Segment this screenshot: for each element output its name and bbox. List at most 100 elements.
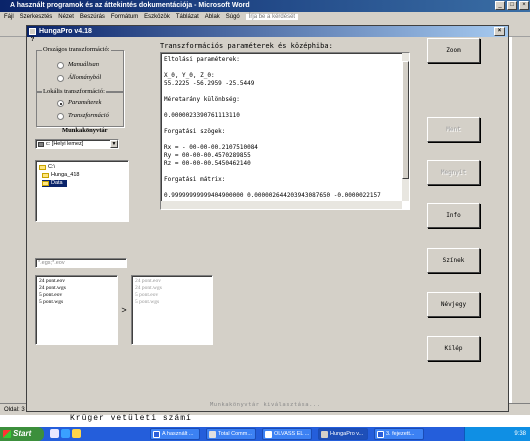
zoom-button[interactable]: Zoom (427, 38, 480, 63)
about-button[interactable]: Névjegy (427, 292, 480, 317)
list-item[interactable]: 5 pont.wgs (135, 299, 159, 305)
quick-launch-folder-icon[interactable] (72, 429, 81, 438)
radio-transformation[interactable] (57, 113, 64, 120)
list-item[interactable]: 5 pont.eov (135, 292, 158, 298)
document-icon (265, 431, 272, 438)
app-icon (29, 28, 36, 35)
word-menu-edit[interactable]: Szerkesztés (20, 14, 53, 20)
params-line: Forgatási szögek: (164, 128, 226, 135)
help-icon[interactable]: ? (28, 37, 37, 44)
folder-open-icon (42, 181, 49, 186)
word-menu-window[interactable]: Ablak (205, 14, 220, 20)
info-button[interactable]: Info (427, 203, 480, 228)
folder-list[interactable]: C:\ Hunga_418 Data (35, 160, 129, 222)
word-menu-bar: Fájl Szerkesztés Nézet Beszúrás Formátum… (0, 12, 530, 23)
word-icon (153, 431, 160, 438)
taskbar-item-chapter[interactable]: 3. fejezett... (374, 428, 424, 440)
dialog-title-bar: HungaPro v4.18 (27, 26, 508, 37)
clock: 9:38 (514, 431, 526, 437)
params-horizontal-scrollbar[interactable] (161, 201, 402, 209)
national-transform-legend: Országos transzformáció: (42, 46, 111, 53)
word-close-button[interactable]: × (519, 1, 529, 10)
word-menu-table[interactable]: Táblázat (176, 14, 199, 20)
radio-manual[interactable] (57, 62, 64, 69)
word-minimize-button[interactable]: _ (495, 1, 505, 10)
word-title-text: A használt programok és az áttekintés do… (10, 2, 250, 9)
radio-parameters-label: Paraméterek (68, 99, 102, 106)
folder-item-root[interactable]: C:\ (39, 164, 55, 171)
params-line: X_0, Y_0, Z_0: (164, 72, 215, 79)
list-item[interactable]: 24 pont.wgs (39, 285, 66, 291)
total-commander-icon (209, 431, 216, 438)
windows-logo-icon (3, 430, 11, 438)
drive-select[interactable]: c: [Helyi lemez] ▼ (35, 139, 119, 149)
start-button[interactable]: Start (0, 427, 44, 441)
drive-select-value: c: [Helyi lemez] (46, 141, 84, 147)
params-scroll-thumb[interactable] (402, 61, 409, 179)
taskbar-item-hungapro[interactable]: HungaPro v... (318, 428, 368, 440)
word-menu-file[interactable]: Fájl (4, 14, 14, 20)
national-transform-group (36, 50, 124, 92)
move-files-button[interactable]: > (119, 304, 129, 316)
params-title: Transzformációs paraméterek és középhiba… (160, 42, 333, 50)
word-icon (377, 431, 384, 438)
params-line: Forgatási mátrix: (164, 176, 226, 183)
workdir-label: Munkakönyvtár (62, 127, 108, 134)
radio-from-file-label: Állományból (68, 74, 102, 81)
folder-open-icon (39, 165, 46, 170)
list-item[interactable]: 24 pont.eov (39, 278, 65, 284)
target-file-list[interactable]: 24 pont.eov 24 pont.wgs 5 pont.eov 5 pon… (131, 275, 213, 345)
word-help-box[interactable]: Írja be a kérdését (245, 14, 299, 20)
hungapro-icon (321, 431, 328, 438)
source-file-list[interactable]: 24 pont.eov 24 pont.wgs 5 pont.eov 5 pon… (35, 275, 118, 345)
file-filter-input[interactable]: *.egs;*.eov (35, 258, 127, 268)
word-maximize-button[interactable]: □ (507, 1, 517, 10)
taskbar-item-total-commander[interactable]: Total Comm... (206, 428, 256, 440)
folder-open-icon (42, 173, 49, 178)
word-menu-help[interactable]: Súgó (226, 14, 240, 20)
radio-transformation-label: Transzformáció (68, 112, 109, 119)
radio-manual-label: Manuálisan (68, 61, 100, 68)
open-button[interactable]: Megnyit (427, 160, 480, 185)
exit-button[interactable]: Kilép (427, 336, 480, 361)
word-left-panel (0, 37, 26, 403)
word-status-page: Oldal: 3 (4, 407, 25, 413)
folder-item-data[interactable]: Data (42, 180, 67, 187)
chevron-down-icon[interactable]: ▼ (110, 140, 118, 148)
params-text-area[interactable]: Eltolási paraméterek: X_0, Y_0, Z_0: 55.… (160, 52, 410, 210)
word-vertical-scrollbar[interactable] (512, 37, 530, 403)
local-transform-group (36, 92, 124, 127)
save-button[interactable]: Ment (427, 117, 480, 142)
taskbar-item-readme[interactable]: OLVASS EL ... (262, 428, 312, 440)
params-line: 0.0000023390761113110 (164, 112, 240, 119)
word-menu-insert[interactable]: Beszúrás (80, 14, 105, 20)
list-item[interactable]: 5 pont.wgs (39, 299, 63, 305)
taskbar-item-word[interactable]: A használt ... (150, 428, 200, 440)
quick-launch-browser-icon[interactable] (61, 429, 70, 438)
list-item[interactable]: 24 pont.eov (135, 278, 161, 284)
word-title-bar: A használt programok és az áttekintés do… (0, 0, 530, 12)
word-menu-tools[interactable]: Eszközök (144, 14, 170, 20)
folder-item-hunga[interactable]: Hunga_418 (42, 172, 79, 179)
params-line: Rz = 00-00-00.5450462140 (164, 160, 251, 167)
params-line: 0.99999999999404900000 0.000002644203943… (164, 192, 381, 199)
word-menu-view[interactable]: Nézet (58, 14, 74, 20)
status-line: Munkakönyvtár kiválasztása... (210, 402, 321, 408)
system-tray: 9:38 (464, 427, 530, 441)
hard-drive-icon (38, 142, 44, 147)
dialog-close-button[interactable]: × (494, 27, 505, 36)
quick-launch-desktop-icon[interactable] (50, 429, 59, 438)
start-label: Start (13, 429, 32, 438)
params-line: Rx = - 00-00-00.2107510084 (164, 144, 258, 151)
local-transform-legend: Lokális transzformáció: (42, 88, 106, 95)
file-filter-value: *.egs;*.eov (38, 260, 65, 266)
list-item[interactable]: 24 pont.wgs (135, 285, 162, 291)
dialog-title: HungaPro v4.18 (39, 28, 92, 35)
list-item[interactable]: 5 pont.eov (39, 292, 62, 298)
colors-button[interactable]: Színek (427, 248, 480, 273)
hungapro-dialog: HungaPro v4.18 × ? Országos transzformác… (26, 25, 509, 412)
params-line: 55.2225 -56.2959 -25.5449 (164, 80, 255, 87)
radio-parameters[interactable] (57, 100, 64, 107)
radio-from-file[interactable] (57, 75, 64, 82)
word-menu-format[interactable]: Formátum (111, 14, 138, 20)
